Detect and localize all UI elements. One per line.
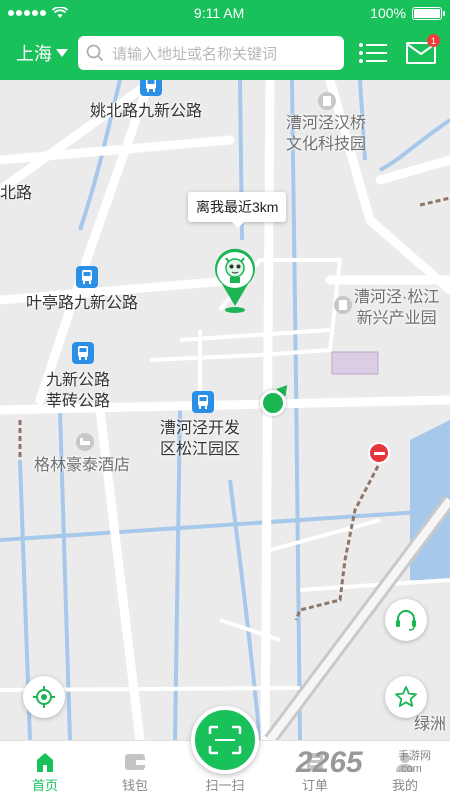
scan-button[interactable] — [191, 706, 259, 774]
bus-stop-icon[interactable] — [140, 80, 162, 96]
status-time: 9:11 AM — [193, 5, 245, 21]
star-icon — [395, 686, 417, 707]
map-label-jiuxin: 九新公路 莘砖公路 — [46, 372, 111, 410]
message-badge: 1 — [427, 34, 440, 47]
wifi-icon — [52, 7, 68, 18]
bus-stop-icon[interactable] — [192, 391, 214, 413]
map-label-yaobei: 姚北路九新公路 — [90, 103, 203, 120]
map-label-north-road: 北路 — [0, 185, 33, 202]
status-bar: 9:11 AM 100% — [0, 0, 450, 26]
nav-scan-label: 扫一扫 — [205, 778, 245, 793]
list-icon — [359, 43, 387, 63]
nearest-distance-callout: 离我最近3km — [188, 192, 287, 228]
nav-home[interactable]: 首页 — [0, 741, 90, 800]
favorites-button[interactable] — [385, 676, 427, 718]
watermark-logo: 2265 — [296, 746, 363, 779]
crosshair-icon — [33, 686, 55, 708]
signal-icon — [8, 10, 46, 16]
map-label-gelin-hotel: 格林豪泰酒店 — [34, 457, 131, 474]
station-pin[interactable] — [208, 244, 262, 321]
map-view[interactable]: 姚北路九新公路 漕河泾汉桥 文化科技园 北路 叶亭路九新公路 漕河泾·松江 新兴… — [0, 80, 450, 740]
city-selector[interactable]: 上海 — [16, 40, 68, 66]
scan-icon — [208, 725, 242, 755]
no-entry-icon — [368, 442, 390, 464]
my-location-dot — [260, 390, 286, 416]
bus-stop-icon[interactable] — [76, 266, 98, 288]
map-label-caohejing-hanqiao: 漕河泾汉桥 文化科技园 — [286, 115, 367, 153]
customer-service-button[interactable] — [385, 599, 427, 641]
map-label-caohejing-songjiang: 漕河泾·松江 新兴产业园 — [354, 289, 440, 327]
top-bar: 9:11 AM 100% 上海 请输入地址或名称关键词 1 — [0, 0, 450, 80]
hotel-icon — [76, 433, 94, 451]
search-icon — [86, 44, 104, 62]
list-button[interactable] — [354, 36, 392, 70]
nav-wallet-label: 钱包 — [121, 778, 148, 793]
message-button[interactable]: 1 — [402, 34, 440, 70]
search-placeholder: 请输入地址或名称关键词 — [112, 45, 278, 63]
header: 上海 请输入地址或名称关键词 1 — [0, 26, 450, 80]
map-label-caohejing-dev: 漕河泾开发 区松江园区 — [160, 420, 241, 458]
bus-stop-icon[interactable] — [72, 342, 94, 364]
city-label: 上海 — [16, 44, 52, 64]
headset-icon — [396, 610, 416, 631]
map-label-lvzhou: 绿洲 — [414, 716, 447, 733]
watermark-subtext: 手游网 .com — [398, 750, 431, 775]
building-icon — [318, 92, 336, 110]
battery-percent: 100% — [370, 5, 406, 21]
nav-profile-label: 我的 — [391, 778, 418, 793]
wallet-icon — [125, 754, 145, 770]
nav-home-label: 首页 — [31, 778, 58, 793]
home-icon — [37, 753, 53, 772]
locate-button[interactable] — [23, 676, 65, 718]
station-marker-icon — [215, 248, 255, 313]
battery-icon — [411, 6, 445, 20]
map-label-yeting: 叶亭路九新公路 — [26, 295, 139, 312]
building-icon — [334, 296, 352, 314]
nav-wallet[interactable]: 钱包 — [90, 741, 180, 800]
dropdown-arrow-icon — [56, 49, 68, 57]
search-input[interactable]: 请输入地址或名称关键词 — [78, 36, 344, 70]
